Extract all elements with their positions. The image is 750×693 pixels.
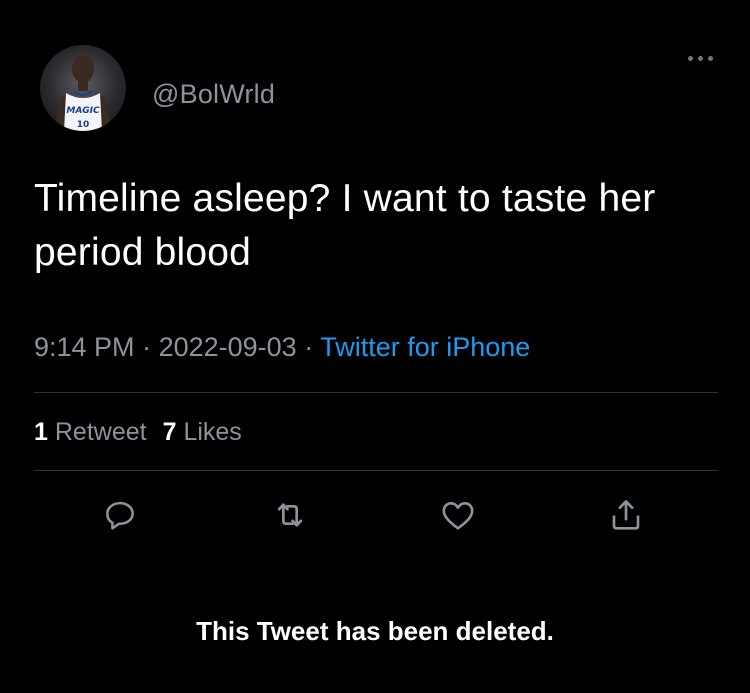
divider — [34, 392, 718, 393]
share-button[interactable] — [606, 495, 646, 535]
jersey-number: 10 — [77, 120, 90, 130]
player-photo: MAGIC 10 — [54, 55, 112, 131]
retweet-label: Retweet — [54, 418, 147, 446]
like-button[interactable] — [438, 495, 478, 535]
jersey-text: MAGIC — [66, 106, 100, 116]
tweet-date[interactable]: 2022-09-03 — [159, 332, 297, 362]
dot — [697, 55, 703, 61]
share-icon — [612, 500, 640, 530]
retweets-stat[interactable]: 1 Retweet — [34, 418, 147, 446]
like-label: Likes — [183, 418, 242, 446]
tweet-meta: 9:14 PM · 2022-09-03 · Twitter for iPhon… — [34, 332, 530, 363]
meta-separator: · — [304, 332, 321, 362]
reply-icon — [106, 501, 134, 530]
tweet-detail: MAGIC 10 @BolWrld Timeline asleep? I wan… — [0, 0, 750, 693]
more-options-icon[interactable] — [680, 48, 720, 68]
tweet-source[interactable]: Twitter for iPhone — [320, 332, 530, 362]
divider — [34, 470, 718, 471]
like-icon — [442, 502, 474, 530]
tweet-time[interactable]: 9:14 PM — [34, 332, 135, 362]
dot — [707, 55, 713, 61]
meta-separator: · — [142, 332, 159, 362]
avatar[interactable]: MAGIC 10 — [40, 45, 126, 131]
reply-button[interactable] — [100, 495, 140, 535]
dot — [687, 55, 693, 61]
deleted-notice: This Tweet has been deleted. — [196, 616, 554, 646]
retweet-icon — [277, 503, 303, 527]
like-count: 7 — [162, 418, 177, 446]
tweet-text: Timeline asleep? I want to taste her per… — [34, 177, 656, 274]
likes-stat[interactable]: 7 Likes — [163, 418, 242, 446]
retweet-button[interactable] — [270, 495, 310, 535]
tweet-stats: 1 Retweet 7 Likes — [34, 418, 242, 447]
tweet-actions — [0, 495, 750, 535]
author-handle[interactable]: @BolWrld — [152, 79, 275, 110]
retweet-count: 1 — [34, 418, 48, 446]
